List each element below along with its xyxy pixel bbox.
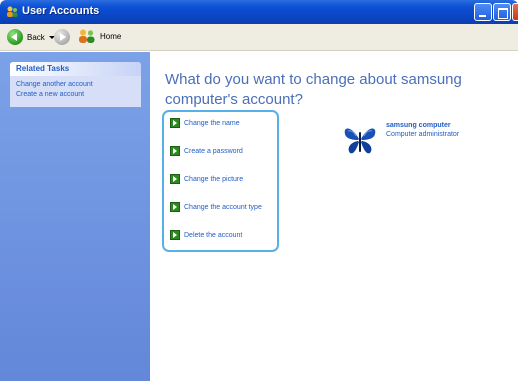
green-arrow-icon [170,174,180,184]
back-label: Back [27,32,45,42]
users-home-icon [79,29,95,43]
action-label: Create a password [184,147,243,155]
butterfly-icon [342,122,378,158]
back-button[interactable]: Back [7,29,55,45]
create-password-link[interactable]: Create a password [170,146,243,156]
back-arrow-icon [7,29,23,45]
account-actions-box: Change the name Create a password Change… [162,110,279,252]
user-accounts-icon [7,6,18,17]
change-name-link[interactable]: Change the name [170,118,240,128]
related-tasks-title: Related Tasks [10,62,141,76]
green-arrow-icon [170,202,180,212]
create-new-account-link[interactable]: Create a new account [10,90,141,100]
navigation-toolbar: Back Home [0,24,518,51]
delete-account-link[interactable]: Delete the account [170,230,242,240]
change-picture-link[interactable]: Change the picture [170,174,243,184]
account-name: samsung computer [386,122,451,129]
forward-arrow-icon [54,29,70,45]
maximize-button[interactable] [493,3,511,21]
account-role: Computer administrator [386,131,460,138]
action-label: Change the account type [184,203,262,211]
green-arrow-icon [170,230,180,240]
minimize-button[interactable] [474,3,492,21]
home-button[interactable]: Home [78,29,121,43]
user-accounts-window: User Accounts Back Home Related Tasks Ch… [0,0,518,381]
action-label: Change the name [184,119,240,127]
change-another-account-link[interactable]: Change another account [10,80,141,90]
action-label: Change the picture [184,175,244,183]
main-content: What do you want to change about samsung… [150,52,518,381]
action-label: Delete the account [184,231,243,239]
window-title: User Accounts [22,5,100,17]
related-tasks-box: Related Tasks Change another account Cre… [10,62,141,107]
change-account-type-link[interactable]: Change the account type [170,202,262,212]
green-arrow-icon [170,146,180,156]
forward-button[interactable] [54,29,70,45]
home-label: Home [100,31,122,41]
title-bar[interactable]: User Accounts [0,0,518,24]
task-pane: Related Tasks Change another account Cre… [0,52,150,381]
page-heading: What do you want to change about samsung… [165,71,462,108]
close-button[interactable] [512,3,518,21]
green-arrow-icon [170,118,180,128]
